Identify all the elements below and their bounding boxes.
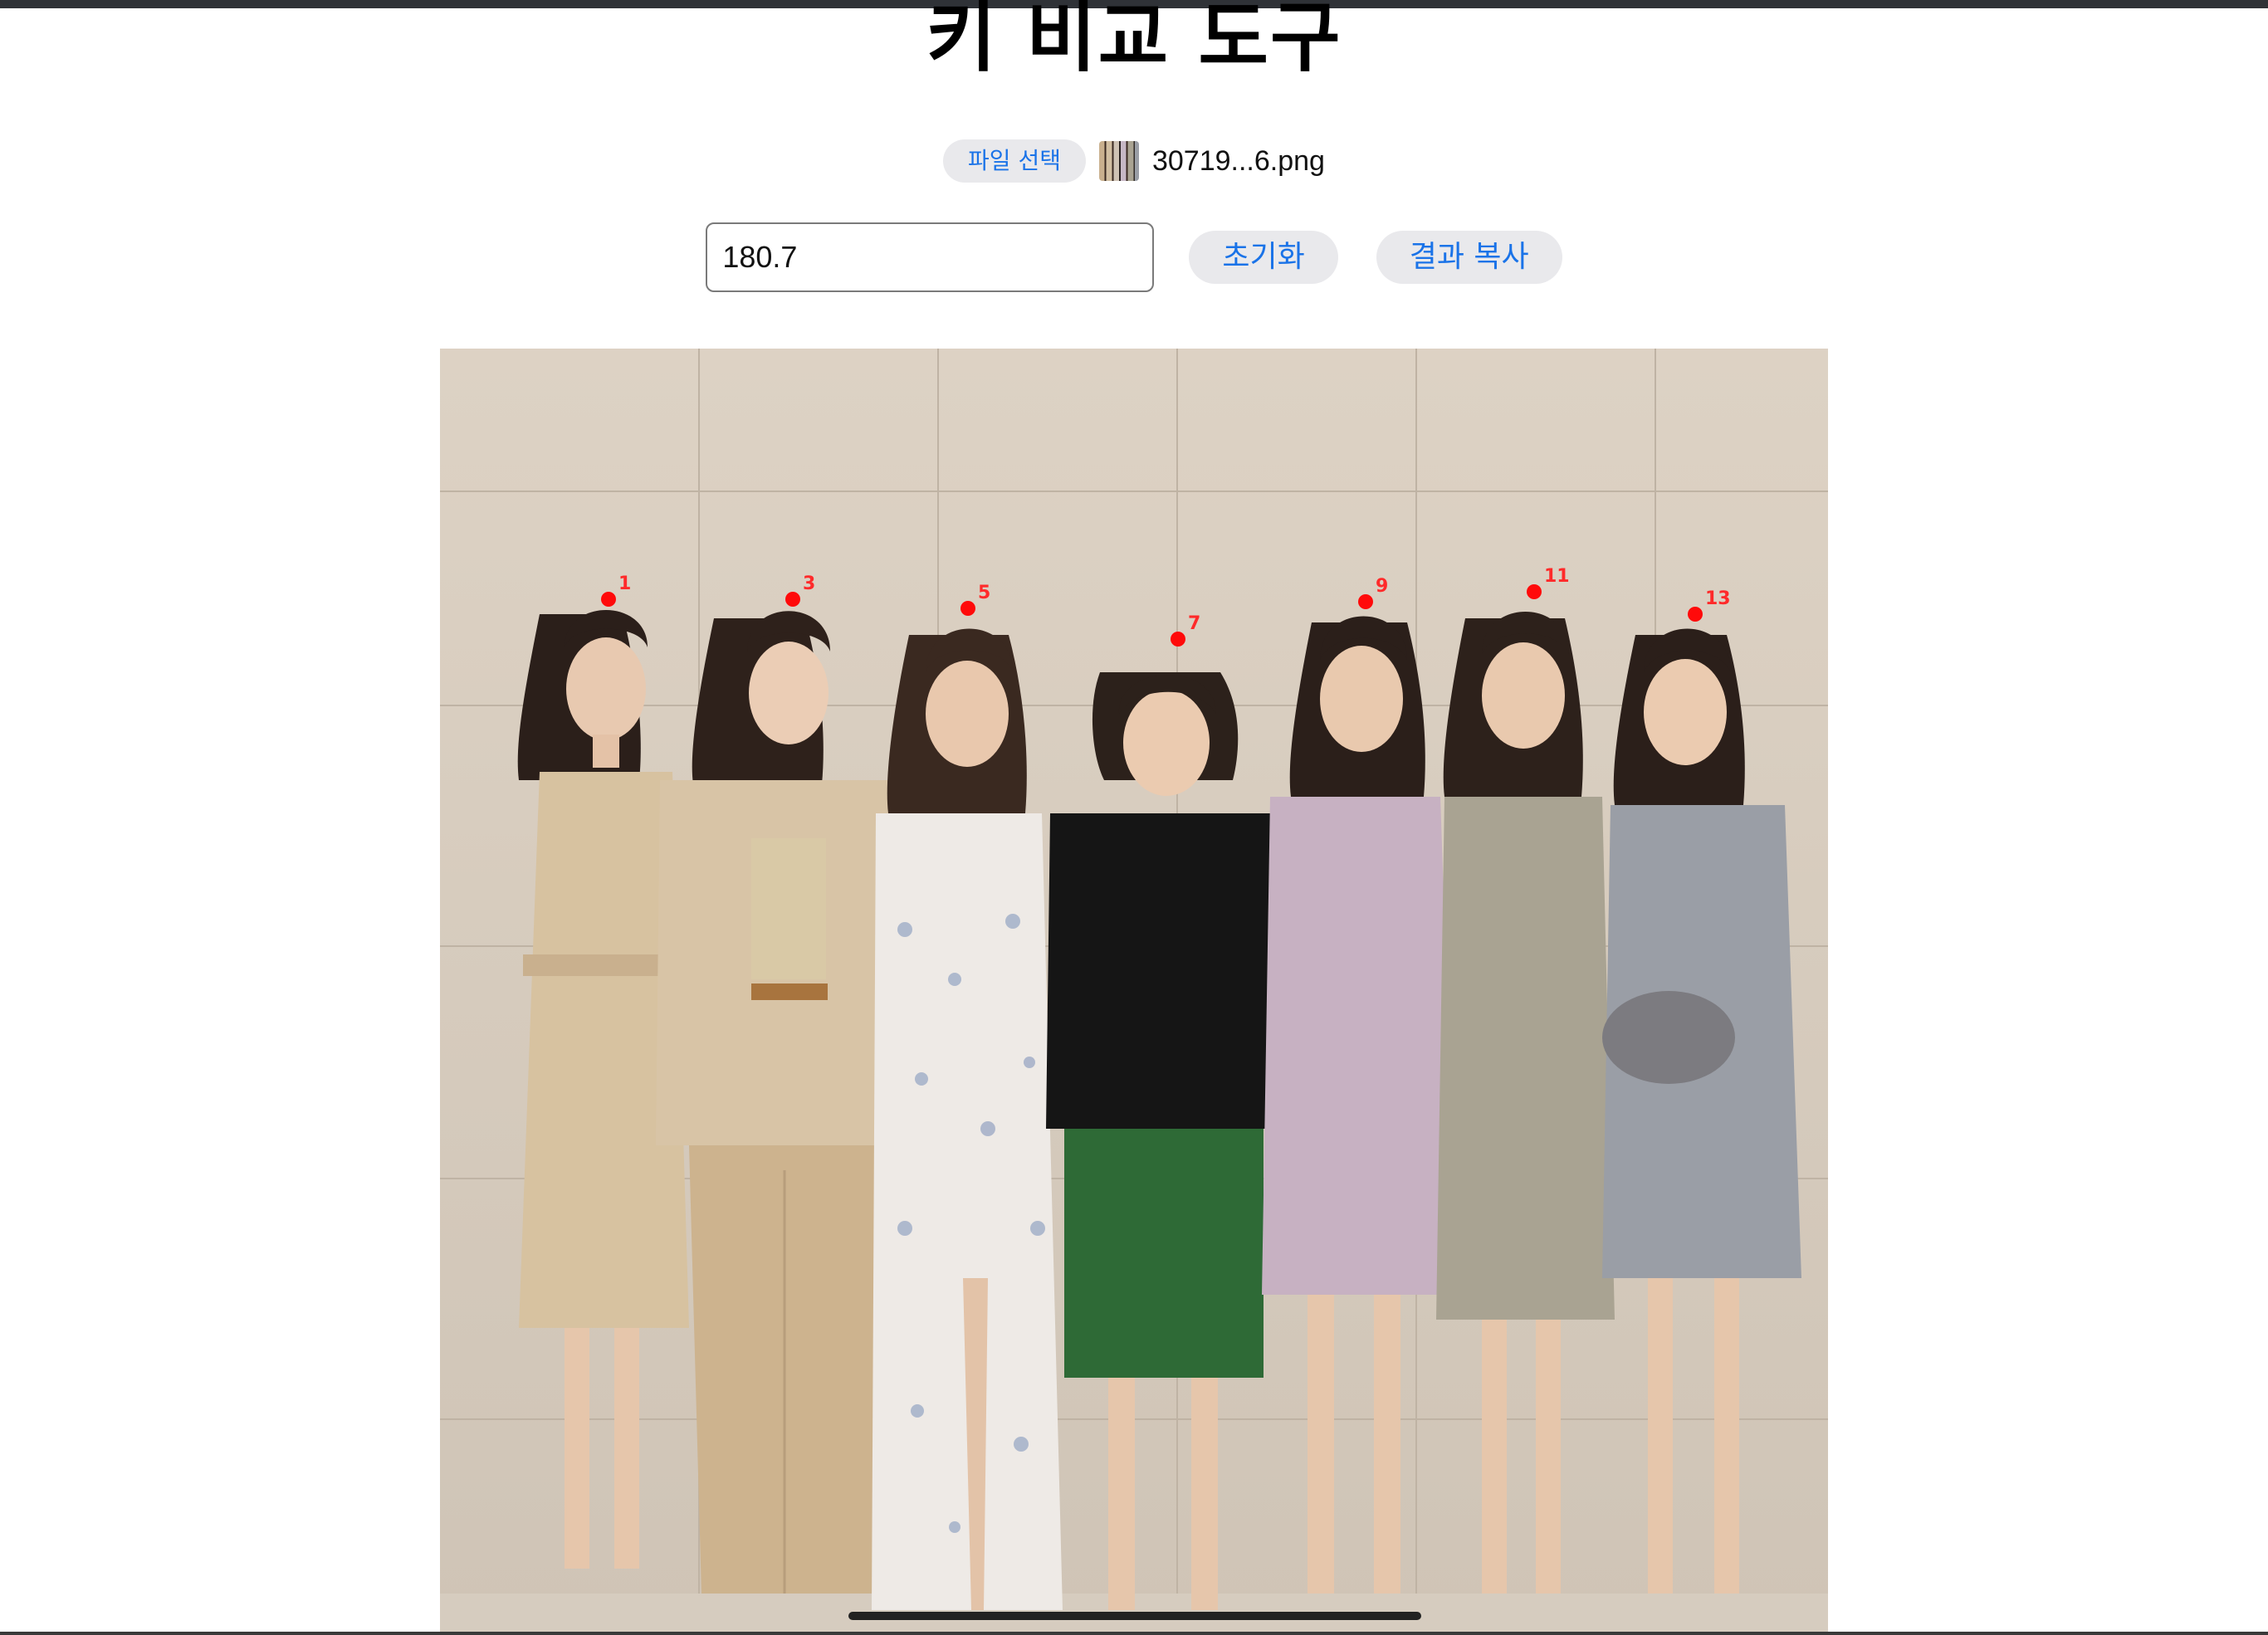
selected-file-name: 30719...6.png	[1151, 144, 1325, 177]
marker-dot-9[interactable]	[1358, 594, 1373, 609]
photo-canvas[interactable]: 1 3 5 7 9 11 13	[440, 349, 1828, 1635]
marker-label-7: 7	[1188, 613, 1200, 634]
controls-row: 초기화 결과 복사	[0, 221, 2268, 294]
reset-button[interactable]: 초기화	[1189, 231, 1338, 284]
marker-dot-1[interactable]	[601, 592, 616, 607]
marker-label-3: 3	[803, 573, 815, 594]
marker-label-13: 13	[1705, 588, 1731, 609]
marker-dot-5[interactable]	[960, 601, 975, 616]
marker-label-1: 1	[618, 573, 631, 594]
choose-file-button[interactable]: 파일 선택	[943, 139, 1086, 183]
marker-dot-7[interactable]	[1171, 632, 1185, 647]
marker-label-5: 5	[978, 583, 990, 603]
reference-height-input[interactable]	[706, 222, 1155, 292]
bottom-edge-line	[0, 1632, 2268, 1635]
uploaded-photo[interactable]: 1 3 5 7 9 11 13	[440, 349, 1828, 1635]
page-title-text: 키 비교 도구	[926, 0, 1342, 75]
copy-results-button[interactable]: 결과 복사	[1376, 231, 1562, 284]
file-thumbnail-icon	[1098, 141, 1139, 181]
marker-label-11: 11	[1544, 566, 1570, 587]
home-indicator[interactable]	[848, 1612, 1421, 1620]
file-picker-row: 파일 선택 30719...6.png	[0, 138, 2268, 184]
marker-dot-3[interactable]	[785, 592, 800, 607]
marker-label-9: 9	[1376, 576, 1388, 597]
marker-dot-13[interactable]	[1688, 607, 1703, 622]
marker-dot-11[interactable]	[1527, 584, 1542, 599]
page-title: 키 비교 도구	[0, 0, 2268, 75]
